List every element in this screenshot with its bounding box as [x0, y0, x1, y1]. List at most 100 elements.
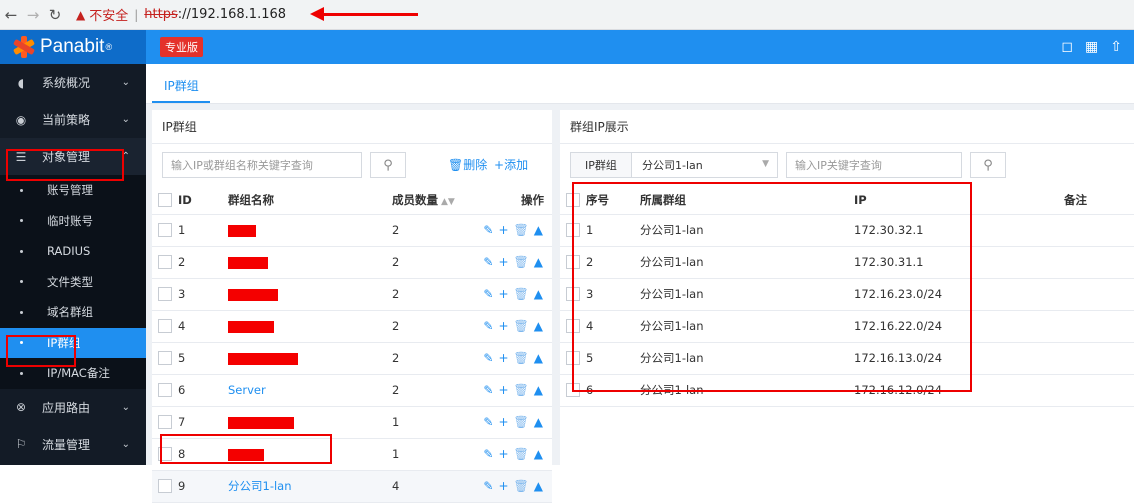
- trash-icon[interactable]: 🗑: [514, 255, 529, 269]
- back-arrow-icon[interactable]: ←: [0, 4, 22, 26]
- row-checkbox[interactable]: [566, 383, 580, 398]
- select-all-checkbox[interactable]: [566, 193, 580, 208]
- export-icon[interactable]: ▲: [534, 447, 543, 461]
- row-checkbox[interactable]: [158, 351, 172, 366]
- add-member-icon[interactable]: +: [498, 319, 508, 333]
- trash-icon[interactable]: 🗑: [514, 383, 529, 397]
- header-member-count[interactable]: 成员数量 ▲▼: [392, 186, 472, 215]
- export-icon[interactable]: ▲: [534, 223, 543, 237]
- sidebar-subitem-radius[interactable]: RADIUS: [0, 236, 146, 267]
- group-select[interactable]: 分公司1-lan ▼: [632, 152, 778, 178]
- edit-icon[interactable]: ✎: [483, 223, 493, 237]
- group-search-input[interactable]: 输入IP或群组名称关键字查询: [162, 152, 362, 178]
- upload-icon[interactable]: ⇧: [1110, 39, 1122, 55]
- table-row[interactable]: 3 2 ✎ + 🗑 ▲: [152, 278, 552, 311]
- row-checkbox[interactable]: [158, 415, 172, 430]
- row-checkbox[interactable]: [158, 447, 172, 462]
- table-row[interactable]: 5 2 ✎ + 🗑 ▲: [152, 342, 552, 375]
- url-text[interactable]: https://192.168.1.168: [144, 7, 286, 22]
- export-icon[interactable]: ▲: [534, 383, 543, 397]
- add-member-icon[interactable]: +: [498, 447, 508, 461]
- row-checkbox[interactable]: [566, 223, 580, 238]
- trash-icon[interactable]: 🗑: [514, 447, 529, 461]
- sidebar-subitem-accounts[interactable]: 账号管理: [0, 175, 146, 206]
- ip-search-input[interactable]: 输入IP关键字查询: [786, 152, 962, 178]
- group-name-link[interactable]: 分公司1-lan: [228, 479, 292, 493]
- tab-ip-groups[interactable]: IP群组: [164, 77, 199, 94]
- sidebar-item-overview[interactable]: ◖ 系统概况 ⌄: [0, 64, 146, 101]
- table-row[interactable]: 6 Server 2 ✎ + 🗑 ▲: [152, 374, 552, 407]
- table-row[interactable]: 1 分公司1-lan 172.30.32.1: [560, 214, 1134, 247]
- add-member-icon[interactable]: +: [498, 255, 508, 269]
- add-member-icon[interactable]: +: [498, 415, 508, 429]
- row-checkbox[interactable]: [566, 255, 580, 270]
- table-row[interactable]: 3 分公司1-lan 172.16.23.0/24: [560, 278, 1134, 311]
- bell-icon[interactable]: ◻: [1061, 39, 1073, 55]
- edit-icon[interactable]: ✎: [483, 351, 493, 365]
- sidebar-subitem-file-types[interactable]: 文件类型: [0, 266, 146, 297]
- sidebar-subitem-ip-groups[interactable]: IP群组: [0, 327, 146, 358]
- sidebar-item-app-routing[interactable]: ⊗ 应用路由 ⌄: [0, 389, 146, 426]
- export-icon[interactable]: ▲: [534, 479, 543, 493]
- table-row[interactable]: 5 分公司1-lan 172.16.13.0/24: [560, 342, 1134, 375]
- row-checkbox[interactable]: [566, 319, 580, 334]
- edit-icon[interactable]: ✎: [483, 447, 493, 461]
- export-icon[interactable]: ▲: [534, 319, 543, 333]
- row-checkbox[interactable]: [158, 383, 172, 398]
- export-icon[interactable]: ▲: [534, 415, 543, 429]
- edit-icon[interactable]: ✎: [483, 287, 493, 301]
- trash-icon[interactable]: 🗑: [514, 479, 529, 493]
- table-row[interactable]: 6 分公司1-lan 172.16.12.0/24: [560, 374, 1134, 407]
- delete-button[interactable]: 🗑删除: [448, 156, 487, 173]
- row-checkbox[interactable]: [158, 255, 172, 270]
- trash-icon[interactable]: 🗑: [514, 319, 529, 333]
- panabit-logo[interactable]: Panabit ®: [0, 30, 146, 64]
- table-row[interactable]: 9 分公司1-lan 4 ✎ + 🗑 ▲: [152, 470, 552, 503]
- add-button[interactable]: +添加: [494, 156, 528, 173]
- add-member-icon[interactable]: +: [498, 351, 508, 365]
- trash-icon[interactable]: 🗑: [514, 287, 529, 301]
- sidebar-item-object-management[interactable]: ☰ 对象管理 ⌃: [0, 138, 146, 175]
- row-checkbox[interactable]: [158, 287, 172, 302]
- table-row[interactable]: 4 2 ✎ + 🗑 ▲: [152, 310, 552, 343]
- export-icon[interactable]: ▲: [534, 351, 543, 365]
- add-member-icon[interactable]: +: [498, 223, 508, 237]
- group-name-link[interactable]: Server: [228, 383, 266, 397]
- forward-arrow-icon[interactable]: →: [22, 4, 44, 26]
- row-checkbox[interactable]: [158, 479, 172, 494]
- select-all-checkbox[interactable]: [158, 193, 172, 207]
- table-row[interactable]: 4 分公司1-lan 172.16.22.0/24: [560, 310, 1134, 343]
- search-button[interactable]: ⚲: [370, 152, 406, 178]
- add-member-icon[interactable]: +: [498, 479, 508, 493]
- sidebar-subitem-ip-mac-notes[interactable]: IP/MAC备注: [0, 358, 146, 389]
- table-row[interactable]: 2 分公司1-lan 172.30.31.1: [560, 246, 1134, 279]
- row-checkbox[interactable]: [566, 351, 580, 366]
- trash-icon[interactable]: 🗑: [514, 415, 529, 429]
- sidebar-item-traffic[interactable]: ⚐ 流量管理 ⌄: [0, 426, 146, 463]
- edit-icon[interactable]: ✎: [483, 255, 493, 269]
- grid-icon[interactable]: ▦: [1085, 39, 1098, 55]
- edit-icon[interactable]: ✎: [483, 319, 493, 333]
- table-row[interactable]: 7 1 ✎ + 🗑 ▲: [152, 406, 552, 439]
- table-row[interactable]: 2 2 ✎ + 🗑 ▲: [152, 246, 552, 279]
- insecure-label[interactable]: 不安全: [89, 5, 128, 24]
- trash-icon[interactable]: 🗑: [514, 351, 529, 365]
- row-checkbox[interactable]: [158, 319, 172, 334]
- table-row[interactable]: 8 1 ✎ + 🗑 ▲: [152, 438, 552, 471]
- trash-icon[interactable]: 🗑: [514, 223, 529, 237]
- sidebar-subitem-domain-groups[interactable]: 域名群组: [0, 297, 146, 328]
- edit-icon[interactable]: ✎: [483, 415, 493, 429]
- row-checkbox[interactable]: [158, 223, 172, 238]
- sidebar-subitem-temp-accounts[interactable]: 临时账号: [0, 205, 146, 236]
- reload-icon[interactable]: ↻: [44, 4, 66, 26]
- edit-icon[interactable]: ✎: [483, 383, 493, 397]
- add-member-icon[interactable]: +: [498, 383, 508, 397]
- row-checkbox[interactable]: [566, 287, 580, 302]
- edit-icon[interactable]: ✎: [483, 479, 493, 493]
- search-button[interactable]: ⚲: [970, 152, 1006, 178]
- export-icon[interactable]: ▲: [534, 287, 543, 301]
- export-icon[interactable]: ▲: [534, 255, 543, 269]
- add-member-icon[interactable]: +: [498, 287, 508, 301]
- table-row[interactable]: 1 2 ✎ + 🗑 ▲: [152, 214, 552, 247]
- sidebar-item-policy[interactable]: ◉ 当前策略 ⌄: [0, 101, 146, 138]
